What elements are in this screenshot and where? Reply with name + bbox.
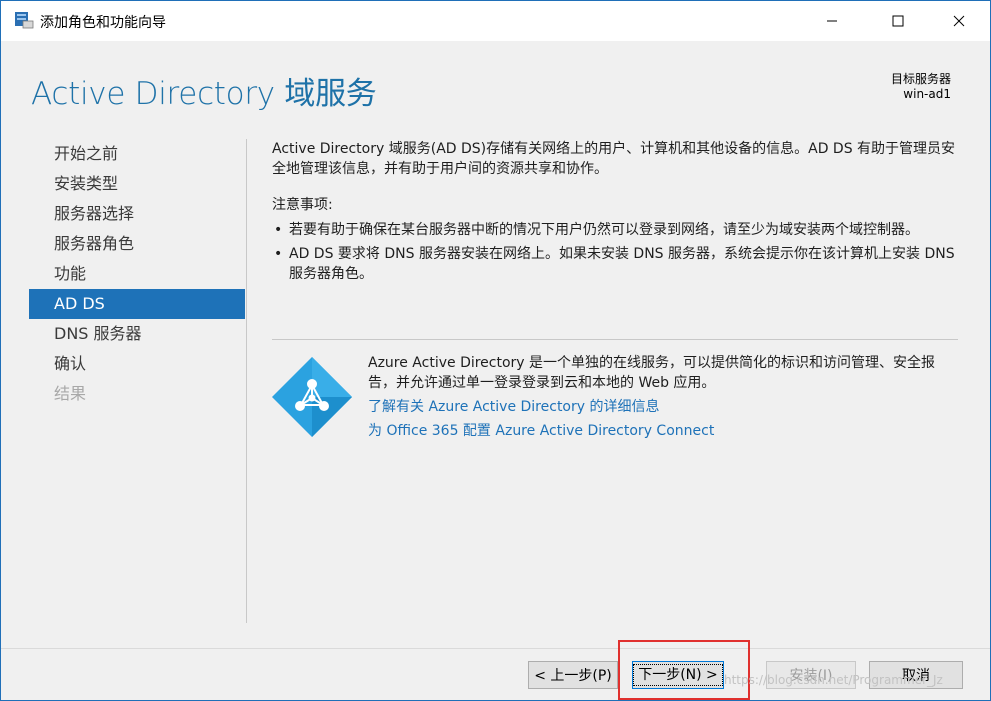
nav-divider [246, 139, 247, 623]
nav-item-server-selection[interactable]: 服务器选择 [29, 199, 245, 229]
maximize-icon [892, 15, 904, 27]
main-content: Active Directory 域服务(AD DS)存储有关网络上的用户、计算… [272, 139, 958, 288]
server-manager-icon [15, 12, 34, 29]
bullet-icon: • [274, 222, 283, 238]
minimize-icon [827, 20, 837, 22]
target-server-label: 目标服务器 [890, 72, 951, 86]
azure-ad-connect-link[interactable]: 为 Office 365 配置 Azure Active Directory C… [368, 421, 960, 441]
azure-ad-icon [272, 357, 352, 437]
close-icon [953, 15, 965, 27]
nav-item-before-you-begin[interactable]: 开始之前 [29, 139, 245, 169]
nav-item-dns-server[interactable]: DNS 服务器 [29, 319, 245, 349]
intro-text: Active Directory 域服务(AD DS)存储有关网络上的用户、计算… [272, 141, 956, 177]
maximize-button[interactable] [875, 1, 921, 41]
azure-description: Azure Active Directory 是一个单独的在线服务，可以提供简化… [368, 355, 936, 391]
page-title: Active Directory 域服务 [31, 76, 377, 112]
window-title: 添加角色和功能向导 [40, 15, 166, 31]
note-text: 若要有助于确保在某台服务器中断的情况下用户仍然可以登录到网络，请至少为域安装两个… [289, 222, 919, 238]
target-server-value: win-ad1 [903, 87, 951, 101]
footer-divider [1, 648, 990, 649]
note-item: • AD DS 要求将 DNS 服务器安装在网络上。如果未安装 DNS 服务器，… [272, 244, 958, 284]
wizard-header: Active Directory 域服务 目标服务器 win-ad1 [1, 41, 990, 121]
nav-item-server-roles[interactable]: 服务器角色 [29, 229, 245, 259]
annotation-highlight-box [618, 640, 750, 700]
bullet-icon: • [274, 246, 283, 262]
nav-item-ad-ds[interactable]: AD DS [29, 289, 245, 319]
notes-heading: 注意事项: [272, 197, 333, 213]
wizard-nav: 开始之前 安装类型 服务器选择 服务器角色 功能 AD DS DNS 服务器 确… [29, 139, 245, 409]
watermark-text: https://blog.csdn.net/Programmer_Jz [724, 673, 943, 687]
azure-ad-learn-more-link[interactable]: 了解有关 Azure Active Directory 的详细信息 [368, 397, 960, 417]
azure-section: Azure Active Directory 是一个单独的在线服务，可以提供简化… [368, 353, 960, 441]
wizard-window: 添加角色和功能向导 Active Directory 域服务 目标服务器 win… [0, 0, 991, 701]
note-text: AD DS 要求将 DNS 服务器安装在网络上。如果未安装 DNS 服务器，系统… [289, 246, 955, 282]
note-item: • 若要有助于确保在某台服务器中断的情况下用户仍然可以登录到网络，请至少为域安装… [272, 220, 958, 240]
section-divider [272, 339, 958, 340]
nav-item-installation-type[interactable]: 安装类型 [29, 169, 245, 199]
title-bar: 添加角色和功能向导 [1, 1, 990, 41]
close-button[interactable] [936, 1, 982, 41]
previous-button-label: < 上一步(P) [534, 668, 612, 684]
nav-item-confirmation[interactable]: 确认 [29, 349, 245, 379]
nav-item-results: 结果 [54, 384, 87, 403]
previous-button[interactable]: < 上一步(P) [528, 661, 618, 689]
minimize-button[interactable] [809, 1, 855, 41]
nav-item-features[interactable]: 功能 [29, 259, 245, 289]
